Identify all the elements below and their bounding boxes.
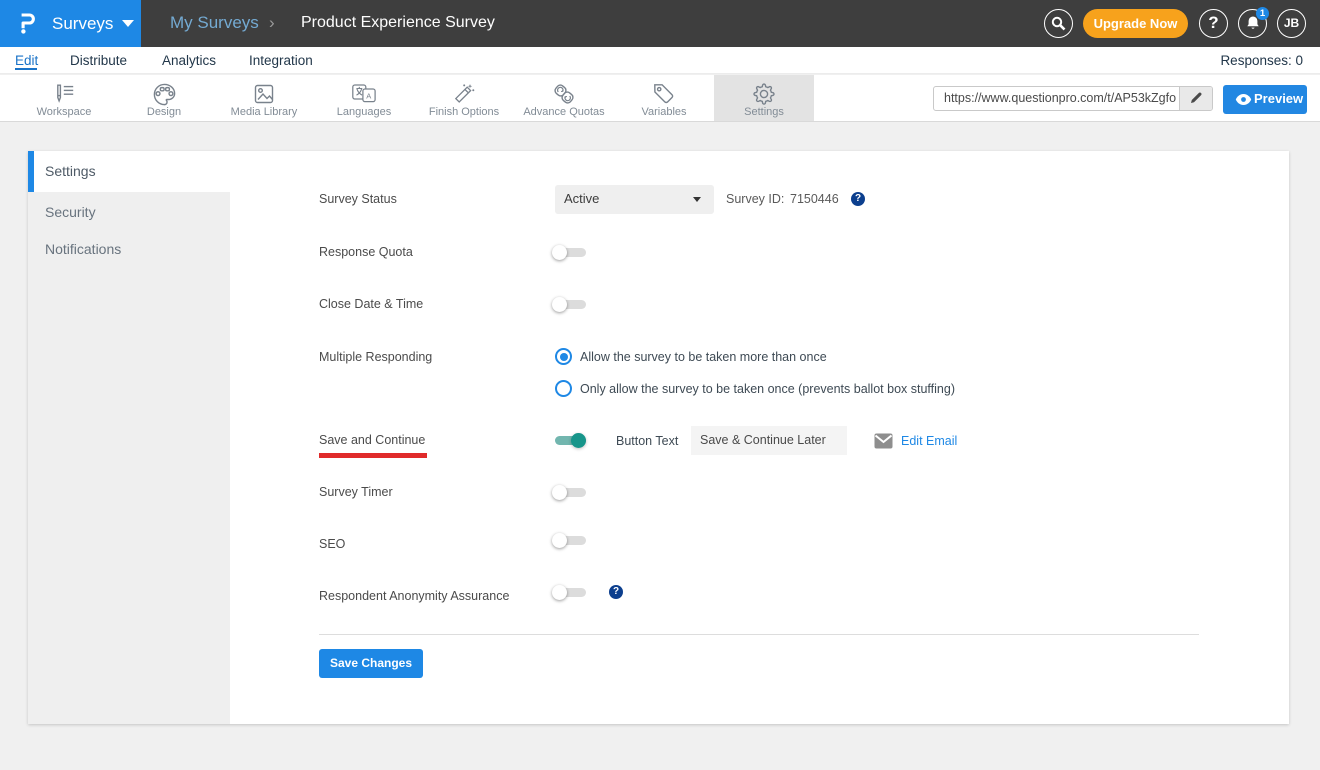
svg-text:A: A: [366, 92, 371, 101]
